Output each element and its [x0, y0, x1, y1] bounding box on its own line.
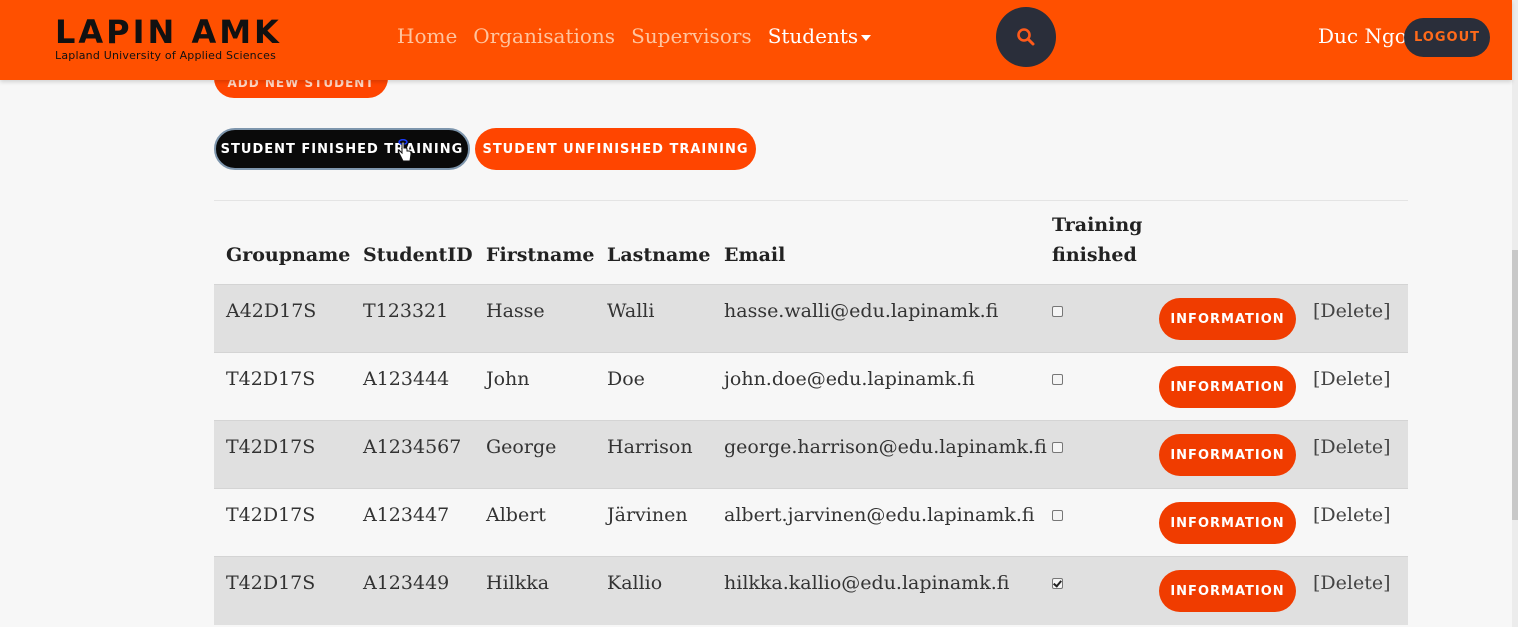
cell-groupname: T42D17S — [226, 572, 316, 594]
cell-studentid: A123444 — [363, 368, 450, 390]
cell-info: INFORMATION — [1147, 489, 1301, 557]
cell-studentid: T123321 — [363, 300, 449, 322]
cell-firstname: George — [486, 436, 557, 458]
brand-logo[interactable]: LAPIN AMK Lapland University of Applied … — [55, 14, 282, 62]
cell-groupname: T42D17S — [226, 504, 316, 526]
cell-delete: [Delete] — [1301, 421, 1408, 489]
table-row: T42D17S A1234567 George Harrison george.… — [214, 420, 1408, 489]
students-table-container: Groupname StudentID Firstname Lastname E… — [214, 200, 1408, 625]
cell-training-finished — [1040, 421, 1147, 489]
cell-training-finished — [1040, 557, 1147, 625]
cell-studentid: A1234567 — [363, 436, 462, 458]
cell-training-finished — [1040, 353, 1147, 421]
cell-email: john.doe@edu.lapinamk.fi — [724, 368, 975, 390]
table-row: T42D17S A123449 Hilkka Kallio hilkka.kal… — [214, 556, 1408, 625]
information-button[interactable]: INFORMATION — [1159, 502, 1296, 544]
header-training-line2: finished — [1052, 244, 1137, 266]
delete-link[interactable]: [Delete] — [1313, 368, 1391, 390]
cell-training-finished — [1040, 285, 1147, 353]
information-button[interactable]: INFORMATION — [1159, 366, 1296, 408]
header-training-line1: Training — [1052, 214, 1143, 236]
information-button[interactable]: INFORMATION — [1159, 298, 1296, 340]
training-finished-checkbox[interactable] — [1052, 578, 1063, 589]
delete-link[interactable]: [Delete] — [1313, 572, 1391, 594]
cell-lastname: Kallio — [607, 572, 663, 594]
information-button[interactable]: INFORMATION — [1159, 570, 1296, 612]
caret-down-icon — [861, 34, 872, 41]
table-row: A42D17S T123321 Hasse Walli hasse.walli@… — [214, 284, 1408, 353]
student-finished-training-button[interactable]: STUDENT FINISHED TRAINING — [214, 128, 470, 170]
training-finished-checkbox[interactable] — [1052, 306, 1063, 317]
cell-firstname: Hasse — [486, 300, 545, 322]
cell-studentid: A123449 — [363, 572, 450, 594]
cell-info: INFORMATION — [1147, 353, 1301, 421]
cell-training-finished — [1040, 489, 1147, 557]
cell-lastname: Järvinen — [607, 504, 688, 526]
header-email: Email — [724, 244, 786, 266]
header-training-finished: Training finished — [1040, 201, 1147, 285]
table-row: T42D17S A123447 Albert Järvinen albert.j… — [214, 488, 1408, 557]
training-finished-checkbox[interactable] — [1052, 374, 1063, 385]
nav-students-dropdown[interactable]: Students — [767, 24, 872, 48]
cell-delete: [Delete] — [1301, 557, 1408, 625]
cell-lastname: Walli — [607, 300, 655, 322]
information-button[interactable]: INFORMATION — [1159, 434, 1296, 476]
cell-delete: [Delete] — [1301, 353, 1408, 421]
training-finished-checkbox[interactable] — [1052, 442, 1063, 453]
delete-link[interactable]: [Delete] — [1313, 300, 1391, 322]
header-actions-info — [1147, 201, 1301, 285]
header-groupname: Groupname — [226, 244, 351, 266]
training-finished-checkbox[interactable] — [1052, 510, 1063, 521]
cell-firstname: Albert — [486, 504, 546, 526]
nav-students-label: Students — [767, 24, 859, 48]
current-user-name: Duc Ngo — [1318, 24, 1407, 48]
delete-link[interactable]: [Delete] — [1313, 504, 1391, 526]
header-firstname: Firstname — [486, 244, 595, 266]
cell-delete: [Delete] — [1301, 285, 1408, 353]
student-unfinished-training-button[interactable]: STUDENT UNFINISHED TRAINING — [475, 128, 756, 170]
top-navbar: LAPIN AMK Lapland University of Applied … — [0, 0, 1512, 80]
nav-organisations[interactable]: Organisations — [473, 24, 615, 48]
cell-studentid: A123447 — [363, 504, 450, 526]
cell-groupname: T42D17S — [226, 436, 316, 458]
nav-supervisors[interactable]: Supervisors — [631, 24, 752, 48]
brand-subtitle: Lapland University of Applied Sciences — [55, 49, 277, 62]
cell-email: george.harrison@edu.lapinamk.fi — [724, 436, 1047, 458]
header-lastname: Lastname — [607, 244, 711, 266]
search-button[interactable] — [996, 7, 1056, 67]
scrollbar-thumb[interactable] — [1512, 250, 1518, 520]
search-icon — [1017, 28, 1035, 46]
nav-home[interactable]: Home — [397, 24, 457, 48]
table-row: T42D17S A123444 John Doe john.doe@edu.la… — [214, 352, 1408, 421]
cell-lastname: Doe — [607, 368, 645, 390]
header-studentid: StudentID — [363, 244, 473, 266]
cell-firstname: John — [486, 368, 530, 390]
logout-button[interactable]: LOGOUT — [1404, 18, 1490, 57]
cell-lastname: Harrison — [607, 436, 693, 458]
cell-groupname: A42D17S — [226, 300, 317, 322]
brand-title: LAPIN AMK — [55, 13, 282, 51]
header-actions-delete — [1301, 201, 1408, 285]
hand-cursor-icon — [398, 139, 412, 162]
cell-info: INFORMATION — [1147, 421, 1301, 489]
cell-info: INFORMATION — [1147, 285, 1301, 353]
students-table: Groupname StudentID Firstname Lastname E… — [214, 200, 1408, 625]
cell-firstname: Hilkka — [486, 572, 550, 594]
cell-email: albert.jarvinen@edu.lapinamk.fi — [724, 504, 1035, 526]
table-header-row: Groupname StudentID Firstname Lastname E… — [214, 200, 1408, 285]
cell-delete: [Delete] — [1301, 489, 1408, 557]
cell-groupname: T42D17S — [226, 368, 316, 390]
cell-email: hilkka.kallio@edu.lapinamk.fi — [724, 572, 1010, 594]
main-nav: Home Organisations Supervisors Students — [397, 24, 872, 48]
cell-email: hasse.walli@edu.lapinamk.fi — [724, 300, 999, 322]
delete-link[interactable]: [Delete] — [1313, 436, 1391, 458]
cell-info: INFORMATION — [1147, 557, 1301, 625]
